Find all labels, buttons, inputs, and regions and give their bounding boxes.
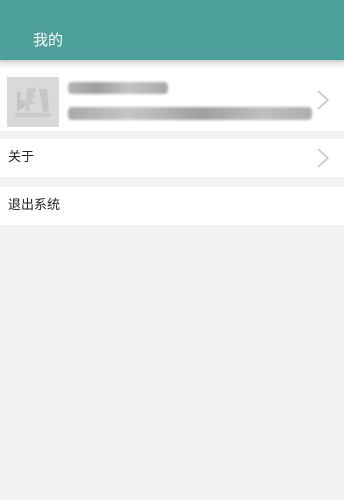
profile-card[interactable] bbox=[0, 67, 344, 131]
avatar bbox=[7, 77, 59, 127]
placeholder-avatar-icon bbox=[7, 77, 59, 127]
logout-label: 退出系统 bbox=[8, 198, 61, 213]
page-title: 我的 bbox=[33, 31, 64, 49]
about-label: 关于 bbox=[8, 150, 35, 165]
blurred-username bbox=[68, 82, 168, 94]
header-bar: 我的 bbox=[0, 0, 344, 60]
blurred-user-detail bbox=[68, 107, 312, 120]
chevron-right-icon bbox=[317, 148, 330, 168]
logout-menu-item[interactable]: 退出系统 bbox=[0, 187, 344, 225]
about-menu-item[interactable]: 关于 bbox=[0, 139, 344, 177]
chevron-right-icon bbox=[317, 90, 330, 110]
